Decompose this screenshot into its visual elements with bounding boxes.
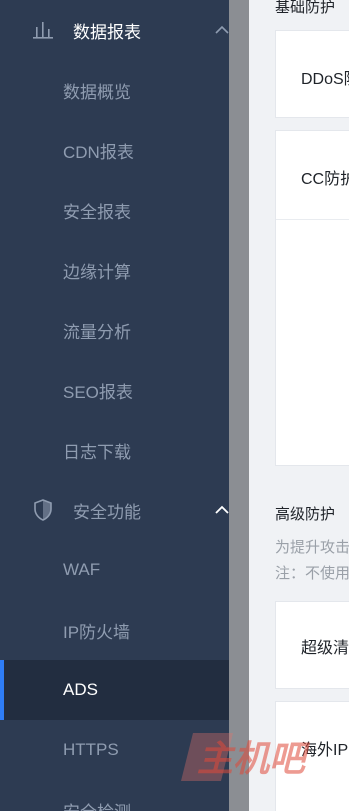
sidebar-item-label: 流量分析 bbox=[63, 322, 131, 342]
sidebar-item-ip-firewall[interactable]: IP防火墙 bbox=[0, 600, 229, 660]
sidebar-item-data-overview[interactable]: 数据概览 bbox=[0, 60, 229, 120]
menu-group-reports[interactable]: 数据报表 bbox=[0, 0, 229, 60]
menu-group-label: 安全功能 bbox=[73, 502, 141, 522]
shield-icon bbox=[32, 499, 54, 521]
chevron-up-icon bbox=[214, 502, 229, 518]
watermark-text: 主机吧 bbox=[197, 738, 311, 779]
sidebar-item-cdn-report[interactable]: CDN报表 bbox=[0, 120, 229, 180]
sidebar-item-label: HTTPS bbox=[63, 740, 119, 759]
sidebar-item-edge-computing[interactable]: 边缘计算 bbox=[0, 240, 229, 300]
section-title-advanced: 高级防护 bbox=[275, 506, 336, 523]
sidebar-item-label: SEO报表 bbox=[63, 382, 133, 402]
card-label: CC防护 bbox=[301, 171, 349, 188]
sidebar-item-label: IP防火墙 bbox=[63, 622, 131, 642]
sidebar-item-traffic-analysis[interactable]: 流量分析 bbox=[0, 300, 229, 360]
sidebar-item-label: 日志下载 bbox=[63, 442, 131, 462]
card-divider bbox=[276, 219, 349, 220]
protection-card-super-scrub[interactable]: 超级清洗 bbox=[275, 601, 349, 689]
sidebar-item-label: CDN报表 bbox=[63, 142, 134, 162]
bar-chart-icon bbox=[32, 19, 54, 41]
modal-overlay-strip bbox=[229, 0, 249, 811]
protection-card-cc[interactable]: CC防护 bbox=[275, 130, 349, 466]
menu-group-security[interactable]: 安全功能 bbox=[0, 480, 229, 540]
sidebar-item-label: WAF bbox=[63, 560, 101, 579]
sidebar-item-label: 安全报表 bbox=[63, 202, 131, 222]
active-indicator bbox=[0, 660, 4, 720]
watermark-logo: 主机吧 bbox=[175, 727, 335, 785]
section-title-basic: 基础防护 bbox=[275, 0, 336, 16]
sidebar-item-security-report[interactable]: 安全报表 bbox=[0, 180, 229, 240]
card-label: 超级清洗 bbox=[301, 640, 349, 657]
sidebar-item-log-download[interactable]: 日志下载 bbox=[0, 420, 229, 480]
sidebar-item-waf[interactable]: WAF bbox=[0, 540, 229, 600]
chevron-up-icon bbox=[214, 22, 229, 38]
protection-card-ddos[interactable]: DDoS防护 bbox=[275, 30, 349, 118]
section-note: 注：不使用 bbox=[275, 565, 349, 582]
sidebar-item-label: 边缘计算 bbox=[63, 262, 131, 282]
menu-group-label: 数据报表 bbox=[73, 22, 141, 42]
sidebar-item-seo-report[interactable]: SEO报表 bbox=[0, 360, 229, 420]
sidebar: 数据报表 数据概览 CDN报表 安全报表 边缘计算 流量分析 SEO报表 日志下… bbox=[0, 0, 229, 811]
card-label: DDoS防护 bbox=[301, 71, 349, 88]
sidebar-item-ads[interactable]: ADS bbox=[0, 660, 229, 720]
sidebar-item-label: 数据概览 bbox=[63, 82, 131, 102]
sidebar-item-label: ADS bbox=[63, 680, 98, 699]
section-description: 为提升攻击防护能力 bbox=[275, 539, 349, 556]
sidebar-item-label: 安全检测 bbox=[63, 798, 131, 811]
main-content: 基础防护 DDoS防护 CC防护 高级防护 为提升攻击防护能力 注：不使用 超级… bbox=[249, 0, 349, 811]
